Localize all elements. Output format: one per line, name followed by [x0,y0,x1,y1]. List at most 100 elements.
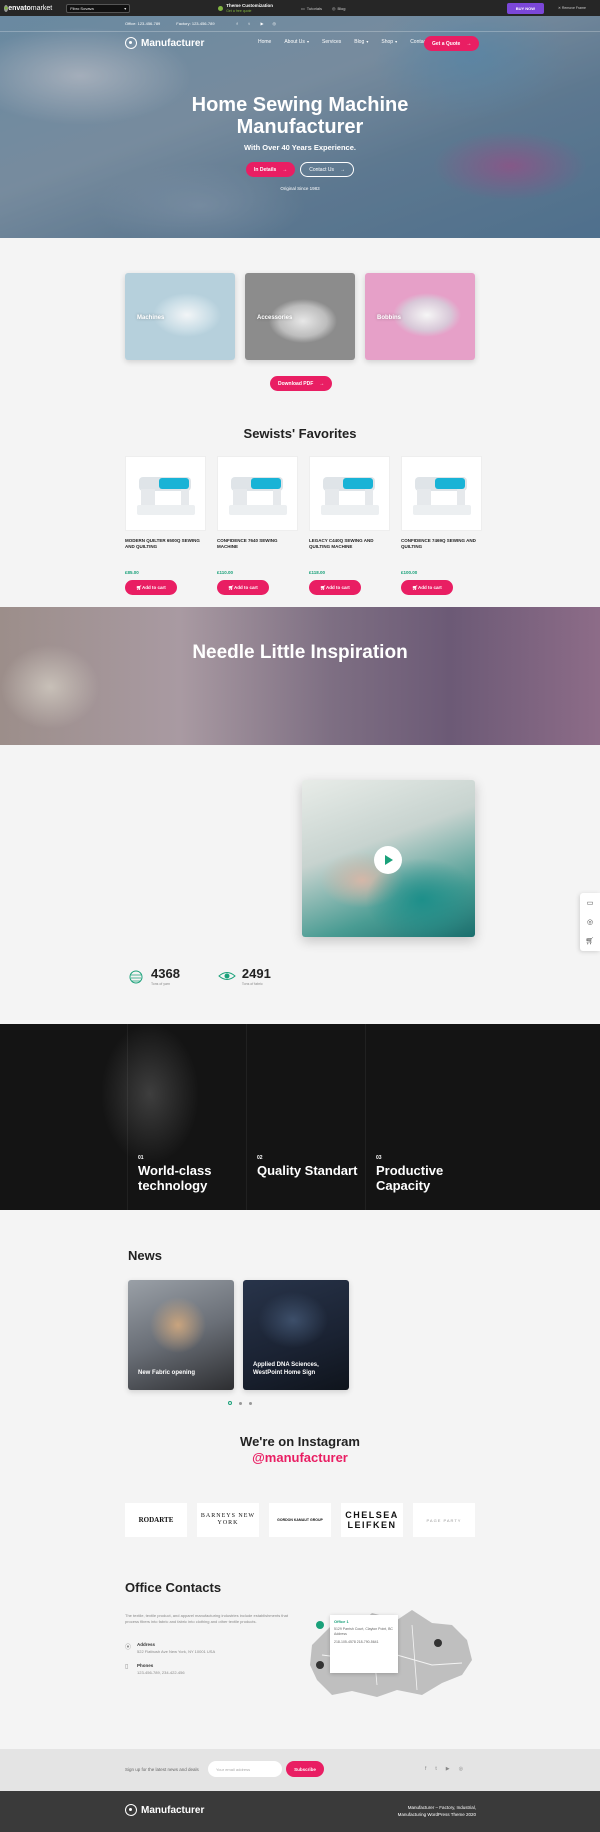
product-price: £110.00 [217,570,234,575]
footer: Manufacturer Manufacturer – Factory, Ind… [0,1791,600,1832]
product-card: CONFIDENCE 7469Q SEWING AND QUILTING £10… [401,456,482,595]
office-phones: ▯ Phones 123-456-789, 234-422-456 [125,1663,185,1675]
office-phone: Office: 123-456-789 [125,20,161,26]
subscribe-button[interactable]: Subscribe [286,1761,324,1777]
tutorials-link[interactable]: ▭ Tutorials [301,6,322,11]
product-price: £118.00 [309,570,326,575]
footer-copyright: Manufacturer – Factory, Industrial, Manuf… [397,1805,476,1817]
sewing-machine-image [137,477,195,515]
get-quote-button[interactable]: Get a Quote → [424,36,480,51]
video-thumbnail[interactable] [302,780,475,937]
instagram-handle[interactable]: @manufacturer [0,1450,600,1465]
facebook-icon[interactable]: f [237,21,242,26]
email-input[interactable]: Your email address [208,1761,282,1777]
theme-customization-promo[interactable]: Theme Customization Get a free quote [218,3,273,13]
carousel-dots [228,1401,252,1405]
menu-blog[interactable]: Blog ▾ [354,39,368,45]
sewing-machine-image [321,477,379,515]
blog-link[interactable]: ◎ Blog [332,6,346,11]
envato-logo[interactable]: ●envatomarket [4,4,52,12]
product-card: CONFIDENCE 7640 SEWING MACHINE £110.00 🛒… [217,456,298,595]
brand-logo: RODARTE [125,1503,187,1537]
product-image[interactable] [309,456,390,531]
carousel-dot[interactable] [228,1401,232,1405]
twitter-icon[interactable]: t [249,21,254,26]
add-to-cart-button[interactable]: 🛒︎ Add to cart [309,580,361,595]
subscribe-bar: Sign up for the latest news and deals Yo… [0,1749,600,1791]
download-pdf-button[interactable]: Download PDF → [270,376,333,391]
arrow-right-icon: → [319,380,325,387]
add-to-cart-button[interactable]: 🛒︎ Add to cart [401,580,453,595]
office-address: ⦿ Address 522 Flatbush Ave New York, NY 1… [125,1642,216,1654]
logo-icon [125,1804,137,1816]
support-icon[interactable]: ◎ [587,918,593,926]
category-card-machines[interactable]: Machines [125,273,235,360]
product-image[interactable] [401,456,482,531]
stats: 4368 Tons of yarn 2491 Tons of fabric [127,966,271,986]
office-description: The textile, textile product, and appare… [125,1613,288,1624]
features-section: 01 World-class technology 02 Quality Sta… [0,1024,600,1210]
category-label: Accessories [257,315,293,321]
instagram-title: We're on Instagram [240,1434,360,1449]
arrow-right-icon: → [282,166,288,173]
contact-us-button[interactable]: Contact Us → [300,162,354,177]
carousel-dot[interactable] [239,1401,242,1405]
footer-logo[interactable]: Manufacturer [125,1804,204,1816]
product-price: £85.00 [125,570,139,575]
site-logo[interactable]: Manufacturer [125,37,204,49]
monitor-icon[interactable]: ▭ [587,899,594,907]
product-image[interactable] [125,456,206,531]
add-to-cart-button[interactable]: 🛒︎ Add to cart [125,580,177,595]
arrow-right-icon: → [339,166,345,173]
menu-about[interactable]: About Us ▾ [284,39,309,45]
menu-services[interactable]: Services [322,39,341,45]
promo-icon [218,5,224,11]
feature-item: 01 World-class technology [127,1024,246,1210]
news-card[interactable]: Applied DNA Sciences, WestPoint Home Sig… [243,1280,349,1390]
category-card-bobbins[interactable]: Bobbins [365,273,475,360]
blog-icon: ◎ [331,5,336,11]
product-name[interactable]: MODERN QUILTER 6500Q SEWING AND QUILTING [125,538,206,562]
cart-icon[interactable]: 🛒︎ [586,937,595,945]
buy-now-button[interactable]: BUY NOW [506,2,544,14]
facebook-icon[interactable]: f [425,1766,426,1772]
twitter-icon[interactable]: t [435,1766,436,1772]
product-list: MODERN QUILTER 6500Q SEWING AND QUILTING… [125,456,482,595]
product-card: MODERN QUILTER 6500Q SEWING AND QUILTING… [125,456,206,595]
main-navbar: Manufacturer Home About Us ▾ Services Bl… [0,31,600,59]
product-name[interactable]: CONFIDENCE 7640 SEWING MACHINE [217,538,298,562]
stat-fabric: 2491 Tons of fabric [218,966,271,986]
youtube-icon[interactable]: ▶ [261,21,266,26]
main-menu: Home About Us ▾ Services Blog ▾ Shop ▾ C… [258,39,430,45]
menu-shop[interactable]: Shop ▾ [381,39,397,45]
news-card[interactable]: New Fabric opening [128,1280,234,1390]
instagram-icon[interactable]: ◎ [273,21,278,26]
side-widget: ▭ ◎ 🛒︎ [580,893,600,951]
in-details-button[interactable]: In Details → [246,162,296,177]
play-icon[interactable] [374,846,402,874]
location-icon: ⦿ [125,1645,132,1651]
sewing-machine-image [413,477,471,515]
yarn-icon [129,970,143,984]
category-label: Machines [137,315,165,321]
category-cards: Machines Accessories Bobbins [125,273,475,360]
remove-frame-link[interactable]: ✕ Remove Frame [558,6,586,10]
brand-logo: BARNEYS NEW YORK [197,1503,259,1537]
top-info-bar: Office: 123-456-789 Factory: 123-456-789… [0,16,600,30]
footer-socials: f t ▶ ◎ [425,1766,463,1772]
brand-logos: RODARTE BARNEYS NEW YORK GORDON KAMAUT G… [125,1503,475,1537]
category-label: Bobbins [377,315,401,321]
video-icon: ▭ [300,5,305,11]
map-marker-icon [316,1621,324,1629]
carousel-dot[interactable] [249,1401,252,1405]
category-card-accessories[interactable]: Accessories [245,273,355,360]
menu-home[interactable]: Home [258,39,271,45]
brand-logo: PAGE PARTY [413,1503,475,1537]
instagram-icon[interactable]: ◎ [459,1766,463,1772]
product-name[interactable]: CONFIDENCE 7469Q SEWING AND QUILTING [401,538,482,562]
product-name[interactable]: LEGACY C440Q SEWING AND QUILTING MACHINE [309,538,390,562]
add-to-cart-button[interactable]: 🛒︎ Add to cart [217,580,269,595]
theme-select[interactable]: Fibro Sovava ▾ [66,3,131,13]
product-image[interactable] [217,456,298,531]
youtube-icon[interactable]: ▶ [446,1766,450,1772]
